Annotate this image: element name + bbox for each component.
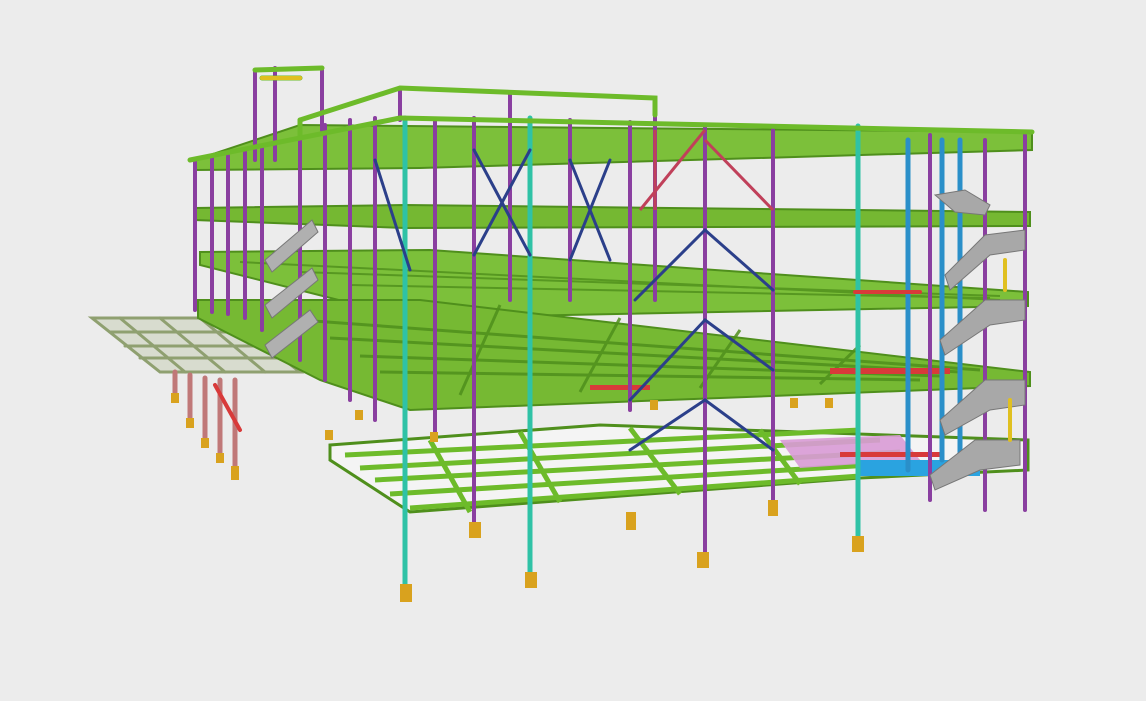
steel-structure-model [0,0,1146,701]
model-viewport[interactable] [0,0,1146,701]
